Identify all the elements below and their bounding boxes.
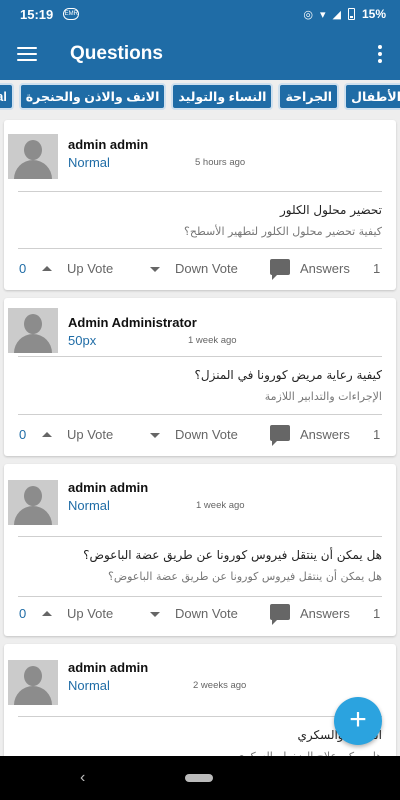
signal-icon: ◢ xyxy=(332,8,341,21)
add-question-button[interactable]: + xyxy=(334,697,382,745)
user-name: admin admin xyxy=(68,480,149,495)
vote-bar: 0 Up Vote Down Vote Answers 1 xyxy=(4,425,396,447)
question-title[interactable]: تحضير محلول الكلور xyxy=(280,203,382,217)
question-card[interactable]: admin admin Normal 2 weeks ago الضغط وال… xyxy=(4,644,396,764)
answers-button[interactable]: Answers xyxy=(300,427,350,442)
battery-percent: 15% xyxy=(361,7,386,21)
avatar xyxy=(8,480,58,525)
downvote-arrow-icon[interactable] xyxy=(150,433,160,438)
upvote-count: 0 xyxy=(19,261,27,276)
timestamp: 1 week ago xyxy=(196,500,245,511)
user-name: admin admin xyxy=(68,137,149,152)
upvote-button[interactable]: Up Vote xyxy=(67,606,113,621)
upvote-arrow-icon[interactable] xyxy=(42,266,52,271)
answers-count: 1 xyxy=(373,427,381,442)
upvote-button[interactable]: Up Vote xyxy=(67,261,113,276)
system-nav-bar: ‹ xyxy=(0,756,400,800)
avatar xyxy=(8,308,58,353)
menu-icon[interactable] xyxy=(17,47,37,61)
user-role: Normal xyxy=(68,498,110,513)
divider xyxy=(18,248,382,249)
tab-surgery[interactable]: الجراحة xyxy=(278,83,340,110)
status-time: 15:19 xyxy=(20,6,54,22)
avatar xyxy=(8,134,58,179)
answers-count: 1 xyxy=(373,261,381,276)
avatar xyxy=(8,660,58,705)
home-pill-icon[interactable] xyxy=(185,774,213,782)
back-icon[interactable]: ‹ xyxy=(80,769,85,787)
category-tabs: General الانف والاذن والحنجرة النساء وال… xyxy=(0,80,400,114)
question-description: كيفية تحضير محلول الكلور لتطهير الأسطح؟ xyxy=(184,225,382,238)
question-description: هل يمكن أن ينتقل فيروس كورونا عن طريق عض… xyxy=(107,570,382,583)
notification-icon: EMR xyxy=(63,8,80,20)
downvote-button[interactable]: Down Vote xyxy=(175,606,238,621)
answers-button[interactable]: Answers xyxy=(300,261,350,276)
tab-pediatrics[interactable]: الأطفال xyxy=(344,83,400,110)
battery-icon xyxy=(347,8,355,20)
timestamp: 5 hours ago xyxy=(195,157,246,168)
tab-general[interactable]: General xyxy=(0,83,14,110)
divider xyxy=(18,191,382,192)
upvote-count: 0 xyxy=(19,427,27,442)
divider xyxy=(18,356,382,357)
user-role: Normal xyxy=(68,155,110,170)
tab-ent[interactable]: الانف والاذن والحنجرة xyxy=(18,83,167,110)
upvote-count: 0 xyxy=(19,606,27,621)
answers-count: 1 xyxy=(373,606,381,621)
timestamp: 1 week ago xyxy=(188,335,237,346)
user-name: Admin Administrator xyxy=(68,315,197,330)
question-title[interactable]: هل يمكن أن ينتقل فيروس كورونا عن طريق عض… xyxy=(83,548,382,562)
question-title[interactable]: كيفية رعاية مريض كورونا في المنزل؟ xyxy=(195,368,383,382)
tab-obstetrics[interactable]: النساء والتوليد xyxy=(171,83,274,110)
divider xyxy=(18,596,382,597)
page-title: Questions xyxy=(70,43,163,64)
answers-button[interactable]: Answers xyxy=(300,606,350,621)
status-bar: 15:19 EMR ◎ ▾ ◢ 15% xyxy=(0,0,400,28)
more-vert-icon[interactable] xyxy=(378,45,382,63)
upvote-button[interactable]: Up Vote xyxy=(67,427,113,442)
divider xyxy=(18,536,382,537)
wifi-icon: ▾ xyxy=(319,8,326,21)
vote-bar: 0 Up Vote Down Vote Answers 1 xyxy=(4,604,396,626)
question-description: الإجراءات والتدابير اللازمة xyxy=(264,390,382,403)
user-name: admin admin xyxy=(68,660,149,675)
hotspot-icon: ◎ xyxy=(303,8,313,21)
user-role: Normal xyxy=(68,678,110,693)
question-card[interactable]: Admin Administrator 50px 1 week ago كيفي… xyxy=(4,298,396,456)
upvote-arrow-icon[interactable] xyxy=(42,611,52,616)
timestamp: 2 weeks ago xyxy=(193,680,247,691)
app-bar: Questions xyxy=(0,28,400,80)
question-card[interactable]: admin admin Normal 5 hours ago تحضير محل… xyxy=(4,120,396,290)
upvote-arrow-icon[interactable] xyxy=(42,432,52,437)
downvote-arrow-icon[interactable] xyxy=(150,267,160,272)
answers-icon[interactable] xyxy=(270,604,290,625)
divider xyxy=(18,716,382,717)
answers-icon[interactable] xyxy=(270,259,290,280)
vote-bar: 0 Up Vote Down Vote Answers 1 xyxy=(4,259,396,281)
divider xyxy=(18,414,382,415)
downvote-arrow-icon[interactable] xyxy=(150,612,160,617)
question-card[interactable]: admin admin Normal 1 week ago هل يمكن أن… xyxy=(4,464,396,636)
answers-icon[interactable] xyxy=(270,425,290,446)
downvote-button[interactable]: Down Vote xyxy=(175,261,238,276)
user-role: 50px xyxy=(68,333,97,348)
downvote-button[interactable]: Down Vote xyxy=(175,427,238,442)
